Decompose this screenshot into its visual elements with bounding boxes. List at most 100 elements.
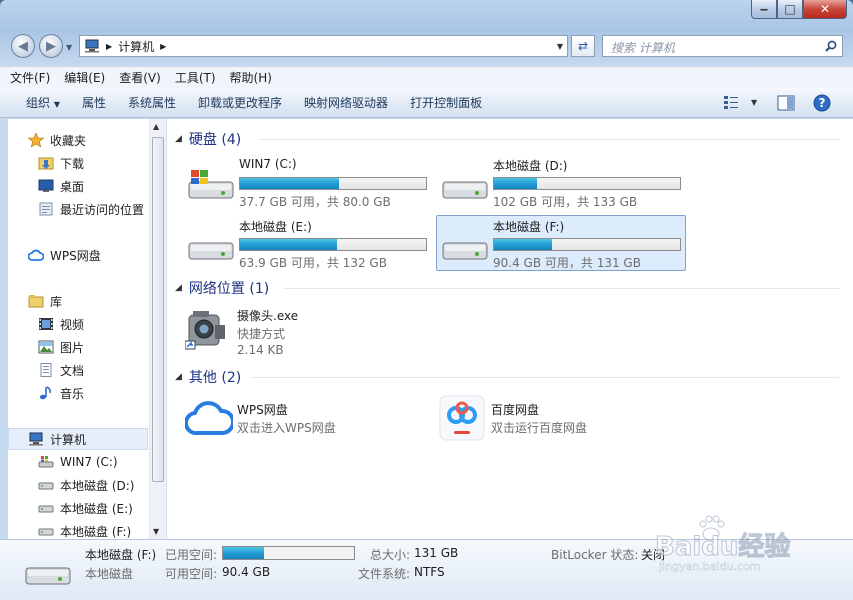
hard-drive-icon xyxy=(25,567,71,585)
close-button[interactable]: ✕ xyxy=(803,0,847,19)
baidu-netdisk-item[interactable]: 百度网盘 双击运行百度网盘 xyxy=(439,395,659,447)
nav-drive-f-label: 本地磁盘 (F:) xyxy=(60,524,132,539)
nav-computer[interactable]: 计算机 xyxy=(8,428,148,450)
group-other[interactable]: ◢ 其他 (2) xyxy=(175,367,241,387)
drive-space-info: 102 GB 可用，共 133 GB xyxy=(493,195,638,209)
breadcrumb-computer[interactable]: 计算机 xyxy=(118,38,154,55)
back-button[interactable]: ◀ xyxy=(11,34,35,58)
svg-text:?: ? xyxy=(819,96,826,110)
nav-desktop-label: 桌面 xyxy=(60,179,85,194)
documents-icon xyxy=(40,363,52,377)
group-network[interactable]: ◢ 网络位置 (1) xyxy=(175,278,269,298)
view-options-button[interactable]: ▼ xyxy=(723,95,757,109)
menu-tools[interactable]: 工具(T) xyxy=(175,69,216,86)
menu-file[interactable]: 文件(F) xyxy=(10,69,50,86)
breadcrumb-chevron-icon[interactable]: ▶ xyxy=(160,42,166,51)
nav-favorites-label: 收藏夹 xyxy=(50,133,87,148)
forward-button[interactable]: ▶ xyxy=(39,34,63,58)
system-properties-button[interactable]: 系统属性 xyxy=(128,94,176,111)
menu-view[interactable]: 查看(V) xyxy=(119,69,161,86)
maximize-button[interactable]: □ xyxy=(777,0,803,19)
nav-recent-label: 最近访问的位置 xyxy=(60,202,145,217)
recent-pages-icon[interactable]: ▼ xyxy=(66,43,72,52)
music-note-icon xyxy=(40,386,51,400)
drive-usage-fill xyxy=(494,178,537,189)
camera-icon xyxy=(185,311,225,350)
nav-drive-c[interactable]: WIN7 (C:) xyxy=(38,451,118,473)
nav-pictures-label: 图片 xyxy=(60,340,85,355)
details-usage-bar xyxy=(222,546,355,560)
view-list-icon xyxy=(724,96,738,109)
organize-button[interactable]: 组织 ▼ xyxy=(26,94,60,111)
properties-button[interactable]: 属性 xyxy=(82,94,106,111)
nav-wps-label: WPS网盘 xyxy=(50,248,101,263)
nav-downloads[interactable]: 下载 xyxy=(38,152,84,174)
nav-favorites[interactable]: 收藏夹 xyxy=(28,129,86,151)
nav-documents-label: 文档 xyxy=(60,363,85,378)
forward-arrow-icon: ▶ xyxy=(46,38,56,54)
drive-e-tile[interactable]: 本地磁盘 (E:) 63.9 GB 可用，共 132 GB xyxy=(177,216,427,272)
nav-music[interactable]: 音乐 xyxy=(38,382,84,404)
explorer-window: ‒ □ ✕ ◀ ▶ ▼ ▶ 计算机 ▶ ▼ ⇄ 搜索 计算机 文件(F) 编辑(… xyxy=(0,0,853,600)
group-hard-disks[interactable]: ◢ 硬盘 (4) xyxy=(175,129,241,149)
drive-f-tile[interactable]: 本地磁盘 (F:) 90.4 GB 可用，共 131 GB xyxy=(436,215,686,271)
refresh-button[interactable]: ⇄ xyxy=(571,35,595,57)
menu-edit[interactable]: 编辑(E) xyxy=(64,69,105,86)
scroll-up-icon[interactable]: ▲ xyxy=(153,122,159,131)
nav-desktop[interactable]: 桌面 xyxy=(38,175,84,197)
map-network-drive-button[interactable]: 映射网络驱动器 xyxy=(304,94,388,111)
drive-usage-bar xyxy=(239,238,427,251)
drive-usage-fill xyxy=(494,239,552,250)
scroll-down-icon[interactable]: ▼ xyxy=(153,527,159,536)
cloud-icon xyxy=(28,249,44,261)
details-drive-name: 本地磁盘 (F:) xyxy=(85,548,157,562)
camera-shortcut[interactable]: 摄像头.exe 快捷方式 2.14 KB xyxy=(185,307,385,359)
drive-usage-fill xyxy=(240,239,337,250)
nav-music-label: 音乐 xyxy=(60,386,85,401)
collapse-icon: ◢ xyxy=(175,134,182,144)
nav-drive-e[interactable]: 本地磁盘 (E:) xyxy=(38,497,133,519)
details-total-value: 131 GB xyxy=(414,546,459,560)
menu-help[interactable]: 帮助(H) xyxy=(230,69,272,86)
address-dropdown-icon[interactable]: ▼ xyxy=(557,42,563,51)
address-bar[interactable]: ▶ 计算机 ▶ ▼ xyxy=(79,35,568,57)
drive-space-info: 63.9 GB 可用，共 132 GB xyxy=(239,256,387,270)
drive-d-tile[interactable]: 本地磁盘 (D:) 102 GB 可用，共 133 GB xyxy=(431,155,681,211)
preview-pane-icon[interactable] xyxy=(777,95,795,111)
drive-usage-bar xyxy=(239,177,427,190)
uninstall-program-button[interactable]: 卸载或更改程序 xyxy=(198,94,282,111)
details-used-label: 已用空间: xyxy=(165,548,218,562)
wps-cloud-desc: 双击进入WPS网盘 xyxy=(237,421,336,435)
nav-wps[interactable]: WPS网盘 xyxy=(28,244,101,266)
hard-drive-icon xyxy=(38,528,54,536)
nav-documents[interactable]: 文档 xyxy=(38,359,84,381)
search-icon[interactable] xyxy=(825,40,837,52)
nav-drive-f[interactable]: 本地磁盘 (F:) xyxy=(38,520,131,539)
hard-drive-icon xyxy=(38,482,54,490)
library-icon xyxy=(28,295,44,308)
baidu-netdisk-name: 百度网盘 xyxy=(491,403,540,417)
search-input[interactable]: 搜索 计算机 xyxy=(602,35,843,57)
content-pane: ◢ 硬盘 (4) WIN7 (C:) 37.7 GB 可用，共 80.0 GB … xyxy=(167,119,853,539)
drive-c-tile[interactable]: WIN7 (C:) 37.7 GB 可用，共 80.0 GB xyxy=(177,155,427,211)
drive-usage-fill xyxy=(240,178,339,189)
command-bar: 组织 ▼ 属性 系统属性 卸载或更改程序 映射网络驱动器 打开控制面板 ▼ ? xyxy=(0,88,853,118)
nav-drive-d[interactable]: 本地磁盘 (D:) xyxy=(38,474,134,496)
wps-cloud-item[interactable]: WPS网盘 双击进入WPS网盘 xyxy=(185,401,405,453)
drive-usage-bar xyxy=(493,177,681,190)
window-controls: ‒ □ ✕ xyxy=(751,0,847,20)
back-arrow-icon: ◀ xyxy=(18,38,28,54)
open-control-panel-button[interactable]: 打开控制面板 xyxy=(410,94,482,111)
nav-libraries[interactable]: 库 xyxy=(28,290,62,312)
nav-computer-label: 计算机 xyxy=(50,432,87,447)
scroll-thumb[interactable] xyxy=(152,137,164,482)
nav-recent[interactable]: 最近访问的位置 xyxy=(38,198,144,220)
details-free-label: 可用空间: xyxy=(165,567,218,581)
system-drive-icon xyxy=(38,456,54,468)
pictures-icon xyxy=(38,340,54,354)
nav-videos[interactable]: 视频 xyxy=(38,313,84,335)
help-icon[interactable]: ? xyxy=(813,94,831,112)
nav-scrollbar[interactable]: ▲ ▼ xyxy=(149,119,166,539)
nav-pictures[interactable]: 图片 xyxy=(38,336,84,358)
minimize-button[interactable]: ‒ xyxy=(751,0,777,19)
